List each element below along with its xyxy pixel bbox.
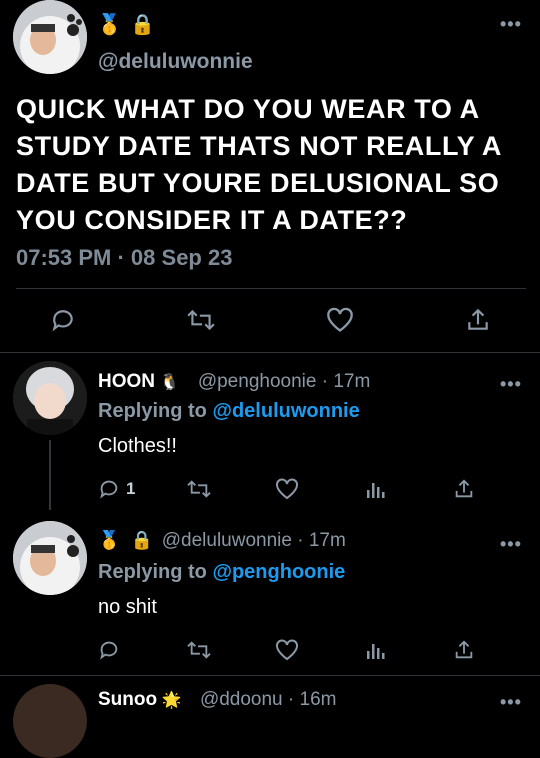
star-icon: 🌟 [161, 690, 182, 709]
more-options-button[interactable]: ••• [500, 14, 522, 35]
lock-icon: 🔒 [130, 12, 155, 36]
reply-count: 1 [126, 479, 136, 498]
main-avatar[interactable] [13, 0, 87, 74]
lock-icon: 🔒 [130, 530, 154, 551]
reply-header: 🥇 🔒 @deluluwonnie · 17m [98, 530, 346, 552]
heart-icon[interactable] [326, 307, 354, 333]
divider [0, 675, 540, 676]
mention-link[interactable]: @deluluwonnie [212, 400, 359, 422]
heart-icon[interactable] [275, 478, 299, 500]
display-name[interactable]: HOON [98, 371, 155, 392]
reply-button[interactable]: 1 [98, 478, 135, 500]
heart-icon[interactable] [275, 639, 299, 661]
reply-icon[interactable] [50, 307, 76, 333]
reply-text: Clothes!! [98, 435, 177, 457]
tweet-text: QUICK WHAT DO YOU WEAR TO A STUDY DATE T… [16, 94, 501, 235]
tweet-timestamp[interactable]: 07:53 PM · 08 Sep 23 [16, 245, 232, 271]
reply-icon [100, 480, 118, 499]
thread-line [49, 440, 51, 510]
mention-link[interactable]: @penghoonie [212, 561, 345, 583]
more-options-button[interactable]: ••• [500, 534, 522, 555]
medal-icon: 🥇 [98, 530, 121, 551]
views-icon[interactable] [366, 639, 386, 661]
more-options-button[interactable]: ••• [500, 374, 522, 395]
reply-handle-time[interactable]: @deluluwonnie · 17m [162, 530, 346, 551]
views-icon[interactable] [366, 478, 386, 500]
author-handle[interactable]: @deluluwonnie [98, 50, 253, 74]
reply-avatar-sunoo[interactable] [13, 684, 87, 758]
reply-avatar-deluluwonnie[interactable] [13, 521, 87, 595]
retweet-icon[interactable] [186, 639, 212, 661]
penguin-icon: 🐧 [159, 372, 180, 391]
share-icon[interactable] [465, 307, 491, 333]
replying-to: Replying to @deluluwonnie [98, 400, 360, 422]
medal-icon: 🥇 [97, 12, 122, 36]
reply-handle-time[interactable]: @penghoonie · 17m [198, 371, 370, 392]
reply-header: Sunoo 🌟 @ddoonu · 16m [98, 689, 336, 711]
reply-text: no shit [98, 596, 157, 618]
reply-avatar-hoon[interactable] [13, 361, 87, 435]
reply-icon[interactable] [98, 639, 120, 661]
replying-to: Replying to @penghoonie [98, 561, 346, 583]
divider [0, 352, 540, 353]
reply-header: HOON 🐧 @penghoonie · 17m [98, 371, 370, 393]
divider [16, 288, 526, 289]
retweet-icon[interactable] [186, 478, 212, 500]
share-icon[interactable] [453, 639, 475, 661]
retweet-icon[interactable] [186, 307, 216, 333]
display-name[interactable]: Sunoo [98, 689, 157, 710]
share-icon[interactable] [453, 478, 475, 500]
reply-handle-time[interactable]: @ddoonu · 16m [200, 689, 337, 710]
